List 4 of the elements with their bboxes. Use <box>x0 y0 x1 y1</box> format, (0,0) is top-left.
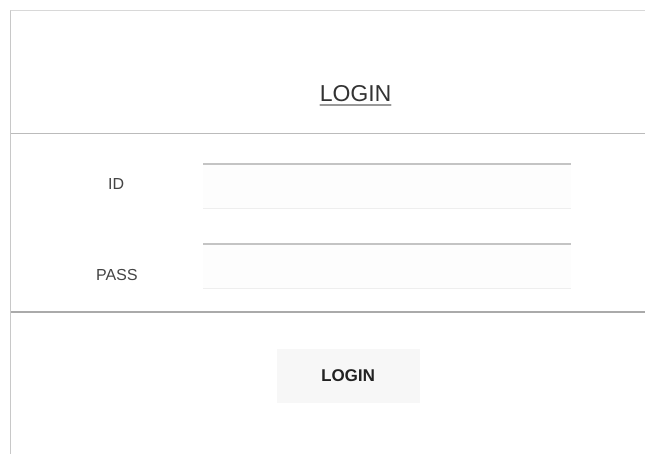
login-button[interactable]: LOGIN <box>276 349 420 403</box>
field-label: PASS <box>95 266 138 285</box>
login-title: LOGIN <box>320 80 392 107</box>
field-label: ID <box>107 176 125 195</box>
